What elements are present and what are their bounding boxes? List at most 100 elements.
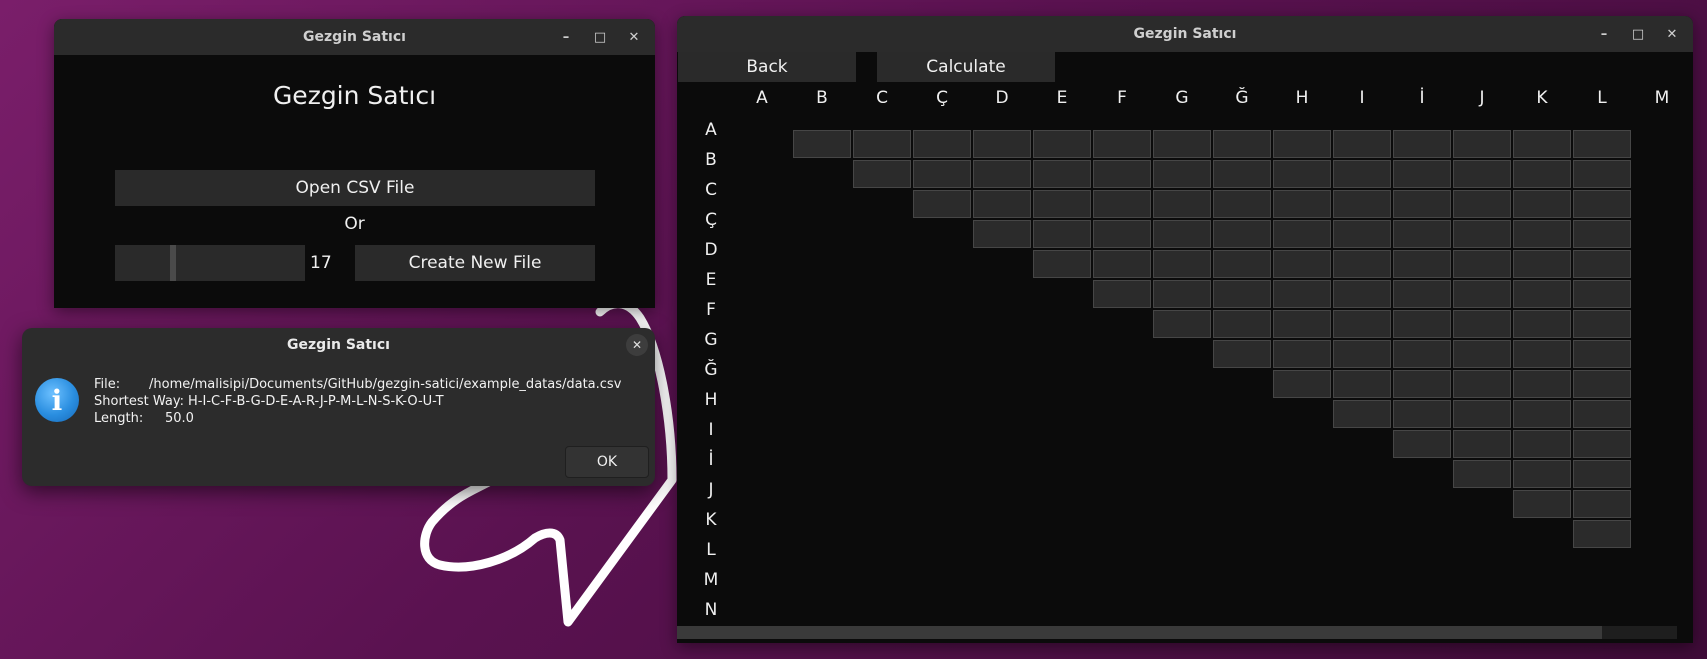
distance-cell[interactable] [1573,490,1631,518]
distance-cell[interactable] [1333,340,1391,368]
distance-cell[interactable] [1213,220,1271,248]
distance-cell[interactable] [1333,130,1391,158]
distance-cell[interactable] [1453,340,1511,368]
distance-cell[interactable] [1153,220,1211,248]
distance-cell[interactable] [973,160,1031,188]
distance-cell[interactable] [1393,130,1451,158]
distance-cell[interactable] [1573,460,1631,488]
distance-cell[interactable] [913,160,971,188]
distance-cell[interactable] [913,190,971,218]
distance-cell[interactable] [1333,370,1391,398]
calculate-button[interactable]: Calculate [877,52,1055,82]
distance-cell[interactable] [1573,250,1631,278]
distance-cell[interactable] [1093,190,1151,218]
distance-cell[interactable] [1453,250,1511,278]
open-csv-button[interactable]: Open CSV File [115,170,595,206]
distance-cell[interactable] [1393,370,1451,398]
distance-cell[interactable] [1573,340,1631,368]
back-button[interactable]: Back [678,52,856,82]
distance-cell[interactable] [1393,160,1451,188]
dialog-close-button[interactable]: ✕ [626,334,648,356]
distance-cell[interactable] [1333,220,1391,248]
distance-cell[interactable] [1153,310,1211,338]
distance-cell[interactable] [1513,370,1571,398]
distance-cell[interactable] [1453,280,1511,308]
distance-cell[interactable] [853,130,911,158]
distance-cell[interactable] [1573,190,1631,218]
distance-cell[interactable] [1453,160,1511,188]
distance-cell[interactable] [1333,190,1391,218]
distance-cell[interactable] [1093,220,1151,248]
ok-button[interactable]: OK [565,446,649,478]
distance-cell[interactable] [1453,370,1511,398]
close-button[interactable]: ✕ [1657,22,1687,46]
distance-cell[interactable] [1213,280,1271,308]
distance-cell[interactable] [1273,160,1331,188]
distance-cell[interactable] [1513,220,1571,248]
distance-cell[interactable] [1453,190,1511,218]
maximize-button[interactable]: □ [1623,22,1653,46]
distance-cell[interactable] [1213,250,1271,278]
slider-handle[interactable] [170,245,176,281]
distance-cell[interactable] [1273,370,1331,398]
distance-cell[interactable] [1513,430,1571,458]
distance-cell[interactable] [1393,280,1451,308]
distance-cell[interactable] [1573,370,1631,398]
distance-cell[interactable] [1453,460,1511,488]
distance-cell[interactable] [1573,280,1631,308]
distance-cell[interactable] [1153,280,1211,308]
distance-cell[interactable] [1573,220,1631,248]
close-button[interactable]: ✕ [619,25,649,49]
distance-cell[interactable] [1513,490,1571,518]
distance-cell[interactable] [1573,130,1631,158]
distance-cell[interactable] [1033,190,1091,218]
distance-cell[interactable] [1213,340,1271,368]
distance-cell[interactable] [1153,160,1211,188]
distance-cell[interactable] [1513,160,1571,188]
distance-cell[interactable] [1213,310,1271,338]
distance-cell[interactable] [1033,160,1091,188]
distance-cell[interactable] [1393,430,1451,458]
horizontal-scrollbar[interactable] [677,626,1677,639]
distance-cell[interactable] [1453,130,1511,158]
distance-cell[interactable] [1213,190,1271,218]
distance-cell[interactable] [793,130,851,158]
create-new-file-button[interactable]: Create New File [355,245,595,281]
distance-cell[interactable] [973,130,1031,158]
distance-cell[interactable] [1333,400,1391,428]
main-window-titlebar[interactable]: Gezgin Satıcı – □ ✕ [54,19,655,55]
distance-cell[interactable] [1393,310,1451,338]
distance-cell[interactable] [1273,310,1331,338]
distance-cell[interactable] [1273,340,1331,368]
distance-cell[interactable] [1213,160,1271,188]
distance-cell[interactable] [1513,250,1571,278]
minimize-button[interactable]: – [1589,22,1619,46]
distance-cell[interactable] [1213,130,1271,158]
distance-cell[interactable] [1273,220,1331,248]
distance-cell[interactable] [1573,430,1631,458]
distance-cell[interactable] [1093,250,1151,278]
matrix-window-titlebar[interactable]: Gezgin Satıcı – □ ✕ [677,16,1693,52]
distance-cell[interactable] [1273,280,1331,308]
distance-cell[interactable] [1513,400,1571,428]
distance-cell[interactable] [973,190,1031,218]
distance-cell[interactable] [1453,310,1511,338]
distance-cell[interactable] [1513,190,1571,218]
distance-cell[interactable] [1033,220,1091,248]
distance-cell[interactable] [1573,310,1631,338]
distance-cell[interactable] [1513,460,1571,488]
distance-cell[interactable] [973,220,1031,248]
distance-cell[interactable] [1033,130,1091,158]
distance-cell[interactable] [1393,190,1451,218]
distance-cell[interactable] [1333,250,1391,278]
distance-cell[interactable] [913,130,971,158]
city-count-slider[interactable] [115,245,305,281]
minimize-button[interactable]: – [551,25,581,49]
distance-cell[interactable] [1153,190,1211,218]
distance-cell[interactable] [1333,160,1391,188]
distance-cell[interactable] [1513,280,1571,308]
distance-cell[interactable] [1573,520,1631,548]
distance-cell[interactable] [1393,250,1451,278]
distance-cell[interactable] [1093,280,1151,308]
distance-cell[interactable] [853,160,911,188]
